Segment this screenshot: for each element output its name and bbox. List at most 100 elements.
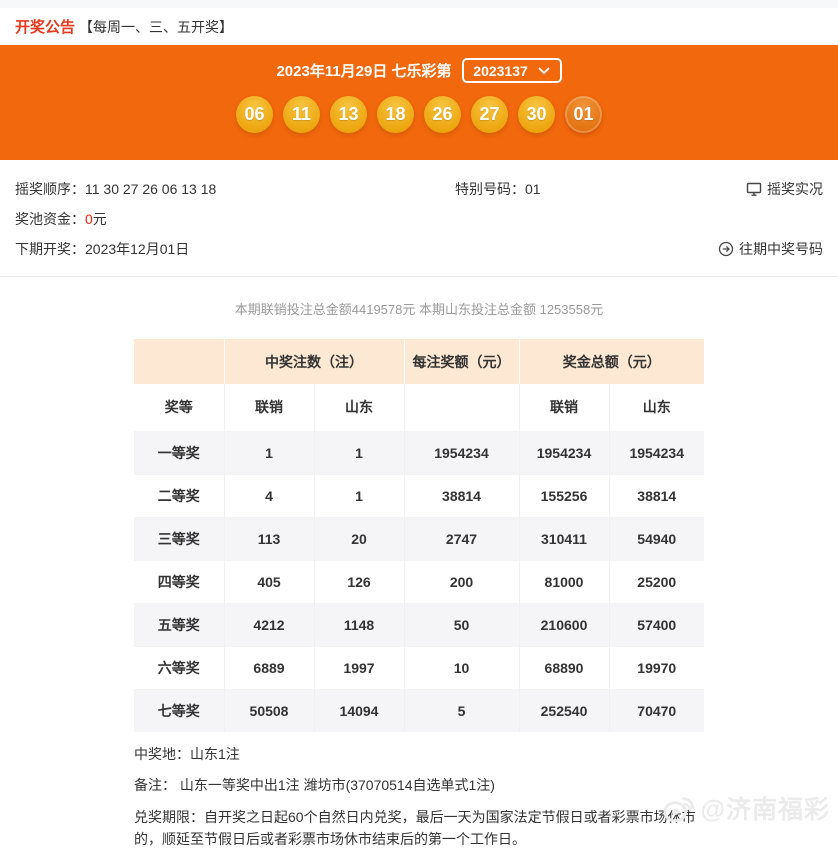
prize-cell: 25200 bbox=[609, 560, 704, 603]
prize-cell: 二等奖 bbox=[134, 474, 224, 517]
prize-pool-value: 0 bbox=[85, 211, 93, 227]
prize-cell: 一等奖 bbox=[134, 431, 224, 474]
lottery-ball: 06 bbox=[236, 96, 273, 133]
group-header-blank bbox=[134, 339, 224, 384]
prize-cell: 1 bbox=[314, 431, 404, 474]
circle-arrow-right-icon bbox=[718, 241, 734, 257]
page-title: 开奖公告 bbox=[15, 16, 75, 37]
special-number: 特别号码：01 bbox=[455, 179, 746, 199]
group-header-per-bet: 每注奖额（元） bbox=[404, 339, 519, 384]
redeem-deadline-note: 兑奖期限：自开奖之日起60个自然日内兑奖，最后一天为国家法定节假日或者彩票市场休… bbox=[134, 806, 704, 850]
prize-cell: 1 bbox=[314, 474, 404, 517]
prize-cell: 405 bbox=[224, 560, 314, 603]
lottery-ball: 30 bbox=[518, 96, 555, 133]
weibo-icon bbox=[661, 790, 697, 826]
group-header-counts: 中奖注数（注） bbox=[224, 339, 404, 384]
prize-cell: 2747 bbox=[404, 517, 519, 560]
lottery-ball: 26 bbox=[424, 96, 461, 133]
prize-cell: 七等奖 bbox=[134, 689, 224, 732]
prize-cell: 20 bbox=[314, 517, 404, 560]
prize-cell: 四等奖 bbox=[134, 560, 224, 603]
winning-numbers: 06 11 13 18 26 27 30 01 bbox=[0, 96, 838, 133]
prize-cell: 50508 bbox=[224, 689, 314, 732]
draw-order: 摇奖顺序：11 30 27 26 06 13 18 bbox=[15, 179, 455, 199]
prize-pool-row: 奖池资金：0元 bbox=[15, 204, 823, 234]
prize-cell: 10 bbox=[404, 646, 519, 689]
prize-cell: 50 bbox=[404, 603, 519, 646]
prize-cell: 4 bbox=[224, 474, 314, 517]
history-numbers-label: 往期中奖号码 bbox=[739, 239, 823, 259]
group-header-total: 奖金总额（元） bbox=[519, 339, 704, 384]
prize-cell: 1954234 bbox=[609, 431, 704, 474]
issue-number: 2023137 bbox=[473, 63, 528, 79]
sub-header-shandong2: 山东 bbox=[609, 384, 704, 431]
draw-order-value: 11 30 27 26 06 13 18 bbox=[85, 181, 216, 197]
prize-cell: 81000 bbox=[519, 560, 609, 603]
prize-cell: 1954234 bbox=[404, 431, 519, 474]
prize-cell: 19970 bbox=[609, 646, 704, 689]
banner-head: 2023年11月29日 七乐彩第 2023137 bbox=[0, 58, 838, 83]
prize-cell: 1148 bbox=[314, 603, 404, 646]
issue-dropdown[interactable]: 2023137 bbox=[462, 58, 562, 83]
prize-table-group-header: 中奖注数（注） 每注奖额（元） 奖金总额（元） bbox=[134, 339, 704, 384]
chevron-down-icon bbox=[538, 67, 550, 75]
prize-pool-unit: 元 bbox=[93, 209, 107, 229]
prize-cell: 38814 bbox=[609, 474, 704, 517]
prize-cell: 1997 bbox=[314, 646, 404, 689]
prize-cell: 57400 bbox=[609, 603, 704, 646]
watermark: @济南福彩 bbox=[661, 790, 830, 826]
draw-order-label: 摇奖顺序： bbox=[15, 181, 85, 197]
special-ball: 01 bbox=[565, 96, 602, 133]
prize-cell: 68890 bbox=[519, 646, 609, 689]
next-draw-label: 下期开奖： bbox=[15, 241, 85, 257]
monitor-icon bbox=[746, 181, 762, 197]
prize-row: 五等奖 4212 1148 50 210600 57400 bbox=[134, 603, 704, 646]
result-banner: 2023年11月29日 七乐彩第 2023137 06 11 13 18 26 … bbox=[0, 45, 838, 160]
prize-table: 中奖注数（注） 每注奖额（元） 奖金总额（元） 奖等 联销 山东 联销 山东 一… bbox=[134, 339, 704, 732]
prize-row: 二等奖 4 1 38814 155256 38814 bbox=[134, 474, 704, 517]
next-draw-row: 下期开奖：2023年12月01日 往期中奖号码 bbox=[15, 234, 823, 264]
lottery-ball: 13 bbox=[330, 96, 367, 133]
next-draw: 下期开奖：2023年12月01日 bbox=[15, 239, 718, 259]
sales-summary: 本期联销投注总金额4419578元 本期山东投注总金额 1253558元 bbox=[0, 299, 838, 318]
prize-cell: 252540 bbox=[519, 689, 609, 732]
lottery-ball: 18 bbox=[377, 96, 414, 133]
prize-cell: 5 bbox=[404, 689, 519, 732]
sub-header-shandong: 山东 bbox=[314, 384, 404, 431]
prize-row: 六等奖 6889 1997 10 68890 19970 bbox=[134, 646, 704, 689]
history-numbers-link[interactable]: 往期中奖号码 bbox=[718, 239, 823, 259]
sub-header-national: 联销 bbox=[224, 384, 314, 431]
draw-order-row: 摇奖顺序：11 30 27 26 06 13 18 特别号码：01 摇奖实况 bbox=[15, 174, 823, 204]
prize-pool-label: 奖池资金： bbox=[15, 209, 85, 229]
winning-place-note: 中奖地：山东1注 bbox=[134, 744, 704, 765]
live-draw-link[interactable]: 摇奖实况 bbox=[746, 179, 823, 199]
prize-cell: 五等奖 bbox=[134, 603, 224, 646]
prize-cell: 38814 bbox=[404, 474, 519, 517]
prize-cell: 113 bbox=[224, 517, 314, 560]
prize-cell: 4212 bbox=[224, 603, 314, 646]
prize-cell: 155256 bbox=[519, 474, 609, 517]
prize-cell: 三等奖 bbox=[134, 517, 224, 560]
special-number-value: 01 bbox=[525, 181, 541, 197]
prize-cell: 54940 bbox=[609, 517, 704, 560]
sub-header-tier: 奖等 bbox=[134, 384, 224, 431]
prize-cell: 6889 bbox=[224, 646, 314, 689]
watermark-text: @济南福彩 bbox=[701, 790, 830, 826]
prize-cell: 310411 bbox=[519, 517, 609, 560]
prize-cell: 六等奖 bbox=[134, 646, 224, 689]
prize-row: 三等奖 113 20 2747 310411 54940 bbox=[134, 517, 704, 560]
prize-cell: 1954234 bbox=[519, 431, 609, 474]
draw-date-label: 2023年11月29日 七乐彩第 bbox=[276, 60, 451, 81]
lottery-ball: 11 bbox=[283, 96, 320, 133]
next-draw-value: 2023年12月01日 bbox=[85, 241, 189, 257]
prize-row: 四等奖 405 126 200 81000 25200 bbox=[134, 560, 704, 603]
prize-cell: 200 bbox=[404, 560, 519, 603]
draw-schedule-note: 【每周一、三、五开奖】 bbox=[79, 17, 233, 37]
remark-note: 备注： 山东一等奖中出1注 潍坊市(37070514自选单式1注) bbox=[134, 775, 704, 796]
prize-cell: 126 bbox=[314, 560, 404, 603]
prize-table-sub-header: 奖等 联销 山东 联销 山东 bbox=[134, 384, 704, 431]
live-draw-label: 摇奖实况 bbox=[767, 179, 823, 199]
draw-info-section: 摇奖顺序：11 30 27 26 06 13 18 特别号码：01 摇奖实况 奖… bbox=[0, 160, 838, 277]
sub-header-blank bbox=[404, 384, 519, 431]
page-top-strip bbox=[0, 0, 838, 8]
